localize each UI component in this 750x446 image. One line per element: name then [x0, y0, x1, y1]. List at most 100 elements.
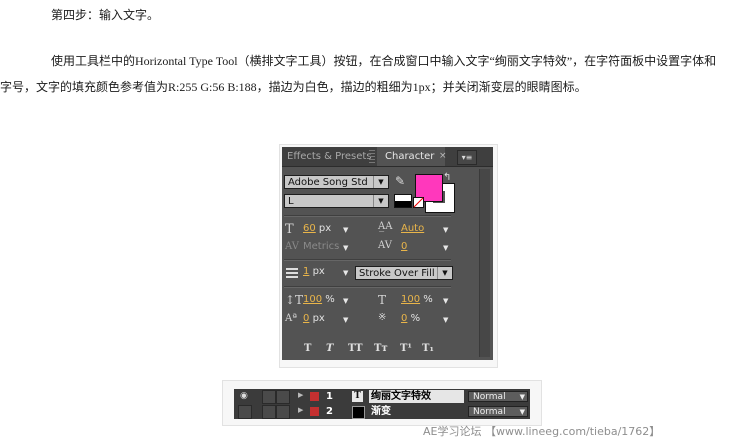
font-size-value: 60 [303, 223, 316, 234]
panel-menu-icon[interactable]: ▾≡ [457, 150, 477, 165]
stroke-type-value: Stroke Over Fill [359, 268, 435, 279]
solo-toggle[interactable] [276, 405, 290, 419]
panel-scrollbar[interactable] [479, 169, 490, 357]
divider [284, 215, 451, 217]
audio-toggle[interactable] [262, 405, 276, 419]
step-heading: 第四步：输入文字。 [51, 8, 160, 22]
chevron-down-icon: ▼ [373, 195, 388, 207]
stroke-width-dropdown-icon[interactable]: ▼ [343, 269, 348, 277]
font-family-value: Adobe Song Std [288, 177, 368, 188]
font-family-select[interactable]: Adobe Song Std ▼ [284, 175, 389, 189]
leading-icon: A̲A [378, 221, 393, 232]
paragraph-line-2: 字号，文字的填充颜色参考值为R:255 G:56 B:188，描边为白色，描边的… [0, 80, 587, 94]
layer-number: 1 [326, 391, 333, 402]
font-size-unit: px [318, 223, 332, 234]
panel-tabbar: Effects & Presets Character × ▾≡ [282, 147, 493, 167]
tsume-dropdown-icon[interactable]: ▼ [443, 316, 448, 324]
audio-toggle[interactable] [262, 390, 276, 404]
text-layer-icon: T [352, 391, 363, 402]
divider [284, 259, 451, 261]
leading-value: Auto [401, 223, 425, 234]
site-watermark: AE学习论坛 【www.lineeg.com/tieba/1762】 [423, 425, 661, 438]
font-size-icon: T [285, 222, 294, 237]
tsume-icon: ※ [378, 312, 387, 323]
chevron-down-icon: ▼ [519, 393, 525, 401]
leading-dropdown-icon[interactable]: ▼ [443, 226, 448, 234]
chevron-down-icon: ▼ [373, 176, 388, 188]
superscript-button[interactable]: T¹ [400, 343, 412, 354]
all-caps-button[interactable]: TT [348, 343, 363, 354]
blend-mode-value: Normal [473, 407, 506, 417]
timeline-layers: ◉ ▶ 1 T 绚丽文字特效 Normal ▼ ▶ 2 渐变 Normal ▼ [234, 389, 530, 419]
baseline-shift-icon: Aª [285, 313, 297, 324]
vertical-scale-icon: ↕T [285, 293, 304, 307]
kerning-field[interactable]: Metrics [303, 241, 339, 252]
vertical-scale-dropdown-icon[interactable]: ▼ [343, 297, 348, 305]
subscript-button[interactable]: T₁ [422, 343, 434, 354]
divider [284, 286, 451, 288]
font-style-select[interactable]: L ▼ [284, 194, 389, 208]
stroke-width-icon [286, 268, 298, 278]
faux-italic-button[interactable]: T [326, 343, 333, 354]
tracking-dropdown-icon[interactable]: ▼ [443, 244, 448, 252]
vertical-scale-value: 100 [303, 294, 323, 305]
default-colors-icon[interactable] [394, 194, 412, 208]
stroke-width-field[interactable]: 1 px [303, 266, 325, 277]
label-color-swatch[interactable] [310, 392, 319, 401]
tracking-icon: AV [378, 240, 392, 251]
panel-grip-icon[interactable] [369, 150, 375, 163]
tab-character[interactable]: Character [377, 147, 445, 166]
small-caps-button[interactable]: Tт [374, 343, 388, 354]
kerning-dropdown-icon[interactable]: ▼ [343, 244, 348, 252]
horizontal-scale-dropdown-icon[interactable]: ▼ [443, 297, 448, 305]
leading-field[interactable]: Auto [401, 223, 424, 234]
tab-effects-presets[interactable]: Effects & Presets [287, 147, 372, 166]
stroke-width-value: 1 [303, 266, 310, 277]
tracking-value: 0 [401, 241, 408, 252]
tsume-field[interactable]: 0 % [401, 313, 420, 324]
baseline-shift-unit: px [312, 313, 325, 324]
layer-row[interactable]: ▶ 2 渐变 Normal ▼ [234, 405, 530, 419]
baseline-shift-value: 0 [303, 313, 310, 324]
chevron-down-icon: ▼ [519, 408, 525, 416]
solid-layer-icon [352, 406, 365, 419]
tsume-value: 0 [401, 313, 408, 324]
horizontal-scale-icon: T [378, 293, 387, 307]
tsume-unit: % [410, 313, 421, 324]
horizontal-scale-field[interactable]: 100 % [401, 294, 433, 305]
eye-icon[interactable]: ◉ [240, 391, 248, 401]
character-panel: Effects & Presets Character × ▾≡ Adobe S… [282, 147, 493, 360]
twirl-icon[interactable]: ▶ [298, 391, 303, 399]
layer-name[interactable]: 渐变 [369, 405, 464, 418]
blend-mode-select[interactable]: Normal ▼ [468, 406, 528, 417]
no-color-icon[interactable] [413, 197, 424, 208]
label-color-swatch[interactable] [310, 407, 319, 416]
close-icon[interactable]: × [439, 147, 447, 166]
twirl-icon[interactable]: ▶ [298, 406, 303, 414]
faux-bold-button[interactable]: T [304, 343, 311, 354]
blend-mode-value: Normal [473, 392, 506, 402]
layer-number: 2 [326, 406, 333, 417]
paragraph-line-1: 使用工具栏中的Horizontal Type Tool（横排文字工具）按钮，在合… [51, 54, 717, 68]
font-size-dropdown-icon[interactable]: ▼ [343, 226, 348, 234]
layer-row[interactable]: ◉ ▶ 1 T 绚丽文字特效 Normal ▼ [234, 390, 530, 404]
stroke-width-unit: px [312, 266, 325, 277]
swap-colors-icon[interactable]: ↰ [443, 172, 451, 183]
layer-name[interactable]: 绚丽文字特效 [369, 390, 464, 403]
baseline-shift-field[interactable]: 0 px [303, 313, 325, 324]
baseline-shift-dropdown-icon[interactable]: ▼ [343, 316, 348, 324]
tracking-field[interactable]: 0 [401, 241, 407, 252]
eyedropper-icon[interactable]: ✎ [395, 174, 405, 188]
chevron-down-icon: ▼ [437, 267, 452, 279]
horizontal-scale-value: 100 [401, 294, 421, 305]
solo-toggle[interactable] [276, 390, 290, 404]
kerning-value: Metrics [303, 241, 340, 252]
blend-mode-select[interactable]: Normal ▼ [468, 391, 528, 402]
vertical-scale-field[interactable]: 100 % [303, 294, 335, 305]
kerning-icon: AV [285, 241, 299, 252]
stroke-type-select[interactable]: Stroke Over Fill ▼ [355, 266, 453, 280]
horizontal-scale-unit: % [423, 294, 433, 305]
font-size-field[interactable]: 60 px [303, 223, 331, 234]
video-toggle-off[interactable] [238, 405, 252, 419]
font-style-value: L [288, 196, 294, 207]
